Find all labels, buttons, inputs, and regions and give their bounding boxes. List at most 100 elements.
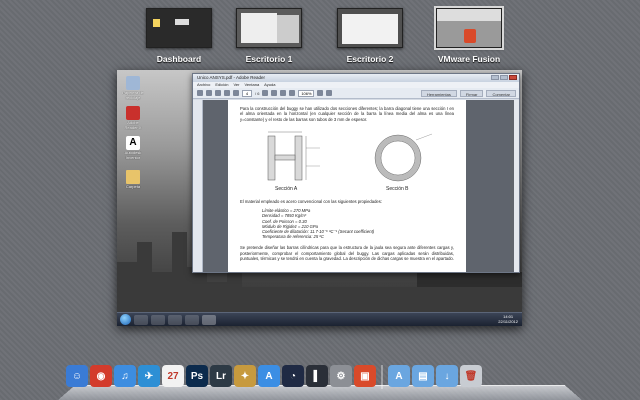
dock-item[interactable]: ♫ [114,363,136,389]
space-escritorio-1[interactable]: Escritorio 1 [236,8,302,64]
material-properties: Límite elástico = 270 MPa Densidad = 785… [262,208,454,239]
desktop-icon-adobe-reader[interactable]: Adobe Reader X [121,106,145,130]
dock-item[interactable]: ⚙ [330,363,352,389]
dock-item[interactable]: ✈ [138,363,160,389]
zoom-in-icon[interactable] [289,90,296,96]
comment-button[interactable]: Comentar [486,90,516,97]
desktop-icon-label: Autodesk Inventor [124,150,142,160]
widget [175,19,189,25]
cross-section-diagram [267,131,433,182]
space-vmware-fusion[interactable]: VMware Fusion [434,6,504,64]
windows-taskbar: 14:01 22/11/2012 [117,312,522,326]
desktop-icon-label: Carpeta [125,184,141,189]
trash-icon: 🗑 [460,365,482,387]
dock-item[interactable]: A [258,363,280,389]
taskbar-item-media-player[interactable] [151,314,165,325]
dock-item[interactable]: ◔ [282,363,304,389]
app-store-icon: A [258,365,280,387]
maximize-button[interactable] [500,75,508,80]
taskbar-item-chrome[interactable] [185,314,199,325]
page-total: / 6 [255,90,260,96]
dock-item[interactable]: ☺ [66,363,88,389]
figure-caption-a: Sección A [275,185,298,192]
dock-item[interactable]: A [388,363,410,389]
space-dashboard[interactable]: Dashboard [146,8,212,64]
fit-width-icon[interactable] [326,90,333,96]
minimize-button[interactable] [491,75,499,80]
desktop-icon-label: Papelera de reciclaje [122,90,144,100]
space-thumbnail[interactable] [337,8,403,48]
taskbar-item-firefox[interactable] [168,314,182,325]
dock-item[interactable]: ▌ [306,363,328,389]
figure-caption-b: Sección B [386,185,409,192]
itunes-icon: ♫ [114,365,136,387]
navigation-pane[interactable] [193,100,203,272]
space-thumbnail[interactable] [236,8,302,48]
space-label: Escritorio 1 [245,54,293,64]
desktop-icon-autodesk[interactable]: A Autodesk Inventor [121,136,145,160]
mission-control-spaces: Dashboard Escritorio 1 Escritorio 2 VMwa… [0,0,640,66]
hand-tool-icon[interactable] [271,90,278,96]
vmware-windows-desktop[interactable]: Papelera de reciclaje Adobe Reader X A A… [117,70,522,326]
photoshop-icon: Ps [186,365,208,387]
dock-item[interactable]: ◉ [90,363,112,389]
desktop-icon-recycle-bin[interactable]: Papelera de reciclaje [121,76,145,100]
fit-page-icon[interactable] [317,90,324,96]
zoom-select[interactable]: 106% [298,89,315,97]
terminal-icon: ▌ [306,365,328,387]
package-icon: ✦ [234,365,256,387]
task-panes: Herramientas Firmar Comentar [420,90,516,97]
start-button[interactable] [120,314,131,325]
select-tool-icon[interactable] [262,90,269,96]
dock-item[interactable]: ▣ [354,363,376,389]
window-titlebar[interactable]: Unico ANSYS.pdf - Adobe Reader [193,74,519,82]
dock-item[interactable]: ▤ [412,363,434,389]
dock-item[interactable]: 🗑 [460,363,482,389]
dock-item[interactable]: 27 [162,363,184,389]
sign-button[interactable]: Firmar [459,90,484,97]
folder-icon [126,170,140,184]
chrome-icon: ◉ [90,365,112,387]
print-icon[interactable] [206,90,212,96]
tools-button[interactable]: Herramientas [420,90,457,97]
cinema4d-icon: ◔ [282,365,304,387]
dock-item[interactable]: Ps [186,363,208,389]
space-label: Dashboard [156,54,202,64]
close-button[interactable] [509,75,517,80]
page-number-input[interactable]: 4 [242,89,252,97]
lightroom-icon: Lr [210,365,232,387]
next-page-icon[interactable] [233,90,239,96]
paragraph: El material empleado es acero convencion… [240,198,382,204]
sticky-note-widget [153,19,160,27]
space-thumbnail[interactable] [434,6,504,50]
space-thumbnail[interactable] [146,8,212,48]
dock-item[interactable]: ↓ [436,363,458,389]
window-thumbnail [241,13,277,43]
cross-section-figures: Sección A Sección B [240,126,454,196]
dock-item[interactable]: ✦ [234,363,256,389]
space-label: Escritorio 2 [346,54,394,64]
taskbar-clock[interactable]: 14:01 22/11/2012 [498,314,518,324]
zoom-out-icon[interactable] [280,90,287,96]
adobe-reader-window[interactable]: Unico ANSYS.pdf - Adobe Reader Archivo E… [192,73,520,273]
dock: ☺ ◉ ♫ ✈ 27 Ps Lr ✦ A ◔ ▌ ⚙ ▣ A ▤ ↓ 🗑 [58,359,582,400]
paragraph: Se pretende diseñar las barras cilíndric… [240,245,454,261]
space-escritorio-2[interactable]: Escritorio 2 [337,8,403,64]
document-area[interactable]: Para la construcción del buggy se han ut… [193,100,519,272]
pdf-page[interactable]: Para la construcción del buggy se han ut… [228,100,466,272]
applications-folder-icon: A [388,365,410,387]
desktop-icon-folder[interactable]: Carpeta [121,170,145,189]
paragraph: Para la construcción del buggy se han ut… [240,106,454,122]
vmware-fusion-icon: ▣ [354,365,376,387]
vmware-fusion-icon [464,29,476,43]
vertical-scrollbar[interactable] [514,100,519,272]
window-thumbnail [437,9,501,21]
clock-date: 22/11/2012 [498,319,518,324]
taskbar-item-explorer[interactable] [134,314,148,325]
email-icon[interactable] [215,90,221,96]
dock-item[interactable]: Lr [210,363,232,389]
taskbar-item-adobe-reader[interactable] [202,314,216,325]
prev-page-icon[interactable] [224,90,230,96]
open-icon[interactable] [197,90,203,96]
property-line: Temperatura de referencia: 25 ºC [262,234,324,240]
